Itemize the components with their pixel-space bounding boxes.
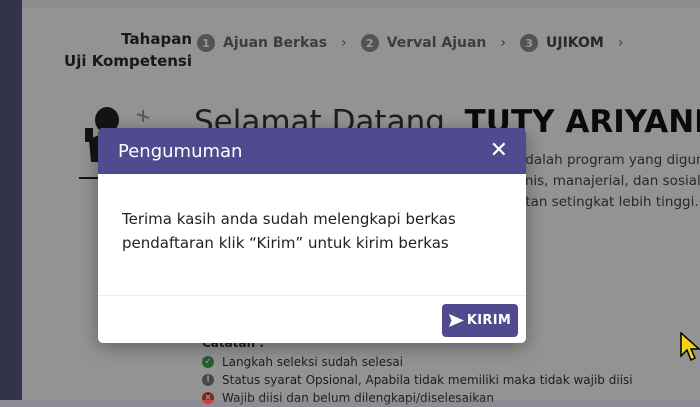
modal-message-line: Terima kasih anda sudah melengkapi berka… [122,210,456,228]
modal-body: Terima kasih anda sudah melengkapi berka… [98,174,526,296]
modal-message-line: pendaftaran klik “Kirim” untuk kirim ber… [122,234,449,252]
modal-message: Terima kasih anda sudah melengkapi berka… [122,207,502,255]
kirim-button[interactable]: KIRIM [442,304,518,337]
kirim-label: KIRIM [466,313,512,328]
close-icon[interactable]: ✕ [490,140,508,162]
mouse-cursor-icon [680,332,700,362]
send-icon [448,314,464,327]
modal-footer: KIRIM [98,296,526,343]
modal-header: Pengumuman ✕ [98,128,526,174]
announcement-modal: Pengumuman ✕ Terima kasih anda sudah mel… [98,128,526,343]
modal-title: Pengumuman [118,140,243,162]
